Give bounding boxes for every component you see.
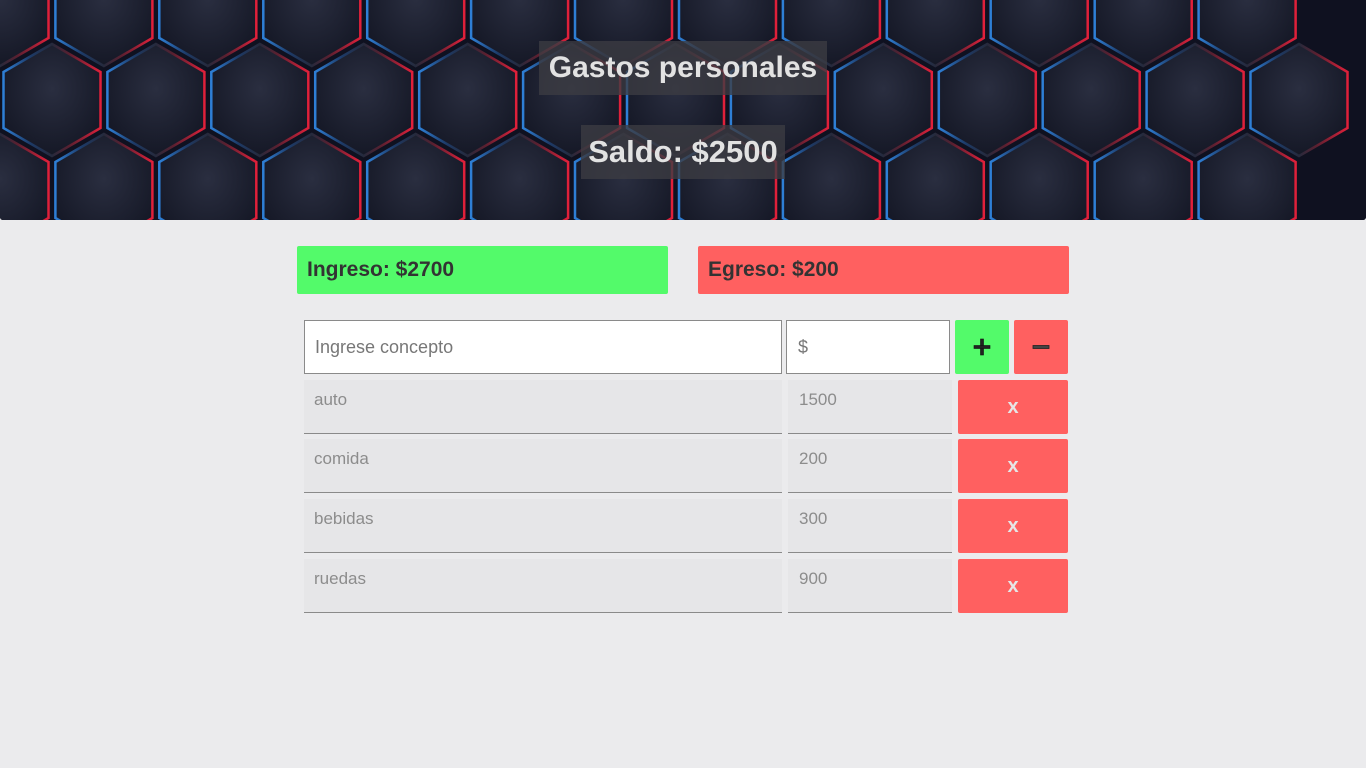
delete-item-button[interactable]: x [958,439,1068,493]
delete-item-button[interactable]: x [958,380,1068,434]
minus-icon [1032,345,1050,349]
expense-summary: Egreso: $200 [698,246,1069,294]
amount-input[interactable] [786,320,950,374]
list-item: ruedas 900 x [0,559,1366,613]
add-income-button[interactable] [955,320,1009,374]
hexagon-background [0,0,1366,220]
list-item: comida 200 x [0,439,1366,493]
item-concept: ruedas [304,559,782,613]
page-title: Gastos personales [539,41,827,95]
list-item: auto 1500 x [0,380,1366,434]
item-amount: 900 [788,559,952,613]
item-amount: 1500 [788,380,952,434]
delete-item-button[interactable]: x [958,499,1068,553]
income-summary: Ingreso: $2700 [297,246,668,294]
balance-display: Saldo: $2500 [581,125,785,179]
delete-item-button[interactable]: x [958,559,1068,613]
header-banner: Gastos personales Saldo: $2500 [0,0,1366,220]
item-concept: comida [304,439,782,493]
plus-icon [973,338,991,356]
item-amount: 300 [788,499,952,553]
list-item: bebidas 300 x [0,499,1366,553]
item-concept: bebidas [304,499,782,553]
concept-input[interactable] [304,320,782,374]
item-amount: 200 [788,439,952,493]
item-concept: auto [304,380,782,434]
add-expense-button[interactable] [1014,320,1068,374]
